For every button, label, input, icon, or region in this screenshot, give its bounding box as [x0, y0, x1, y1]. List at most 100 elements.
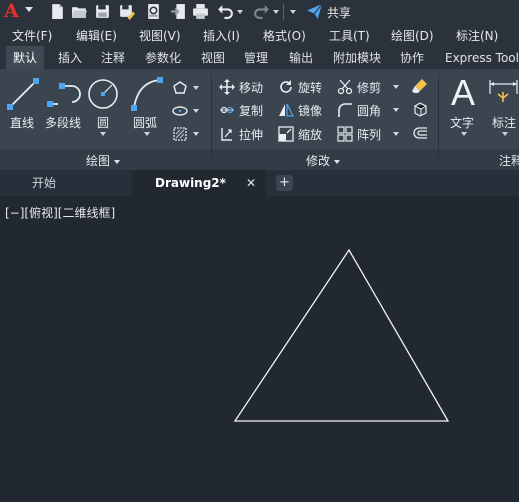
copy-icon	[220, 106, 234, 114]
line-icon	[7, 78, 39, 110]
trim-chevron-down-icon[interactable]	[393, 85, 399, 89]
drawing-canvas[interactable]	[0, 196, 519, 502]
hatch-icon[interactable]	[172, 126, 188, 142]
arc-label: 圆弧	[133, 116, 158, 130]
circle-button[interactable]: 圆	[86, 74, 120, 140]
mirror-icon	[279, 103, 294, 117]
move-button[interactable]: 移动	[239, 79, 263, 96]
array-button[interactable]: 阵列	[357, 126, 381, 143]
panel-divider	[211, 74, 212, 164]
draw-panel-chevron-down-icon	[114, 159, 121, 164]
tab-express-tools[interactable]: Express Tools	[445, 46, 519, 70]
mirror-button[interactable]: 镜像	[298, 102, 322, 119]
arc-chevron-down-icon[interactable]	[144, 132, 150, 136]
polygon-chevron-down-icon[interactable]	[193, 86, 199, 90]
redo-icon[interactable]	[253, 3, 270, 20]
arc-icon	[131, 77, 163, 111]
menu-dimension[interactable]: 标注(N)	[456, 27, 498, 44]
menu-view[interactable]: 视图(V)	[139, 27, 181, 44]
plot-preview-icon[interactable]	[145, 3, 162, 20]
tab-insert[interactable]: 插入	[58, 46, 82, 70]
save-icon[interactable]	[94, 3, 111, 20]
close-icon[interactable]: ✕	[246, 170, 256, 196]
tab-manage[interactable]: 管理	[244, 46, 268, 70]
tab-drawing2[interactable]: Drawing2* ✕	[132, 170, 266, 196]
explode-icon[interactable]	[412, 101, 428, 117]
scale-button[interactable]: 缩放	[298, 126, 322, 143]
redo-chevron-down-icon[interactable]	[273, 10, 279, 14]
panel-title-bar	[0, 149, 519, 170]
ribbon-tab-bar: 默认 插入 注释 参数化 视图 管理 输出 附加模块 协作 Express To…	[0, 46, 519, 70]
ellipse-icon[interactable]	[172, 103, 188, 119]
dimension-button[interactable]: 标注	[488, 74, 519, 140]
app-menu-chevron-down-icon[interactable]	[25, 7, 33, 12]
draw-panel-title[interactable]: 绘图	[86, 152, 121, 169]
tab-parametric[interactable]: 参数化	[145, 46, 181, 70]
offset-icon[interactable]	[412, 125, 428, 141]
scale-icon	[278, 126, 294, 142]
app-logo-icon[interactable]: A	[4, 1, 19, 22]
text-label: 文字	[450, 116, 475, 130]
customize-toolbar-chevron-down-icon[interactable]	[290, 10, 296, 14]
polyline-button[interactable]: 多段线	[44, 74, 84, 134]
new-tab-plus-icon[interactable]: +	[276, 175, 293, 191]
drawing-viewport[interactable]: [−][俯视][二维线框]	[0, 196, 519, 502]
modify-panel-title[interactable]: 修改	[306, 152, 341, 169]
tab-view[interactable]: 视图	[201, 46, 225, 70]
menu-draw[interactable]: 绘图(D)	[391, 27, 434, 44]
text-chevron-down-icon[interactable]	[461, 132, 467, 136]
dimension-icon	[489, 80, 518, 102]
save-as-icon[interactable]	[118, 3, 135, 20]
annotation-panel-title[interactable]: 注释	[499, 152, 519, 169]
text-button[interactable]: A 文字	[446, 74, 482, 140]
menu-tools[interactable]: 工具(T)	[329, 27, 370, 44]
copy-button[interactable]: 复制	[239, 102, 263, 119]
line-button[interactable]: 直线	[4, 74, 42, 134]
circle-chevron-down-icon[interactable]	[100, 132, 106, 136]
circle-icon	[88, 79, 118, 109]
tab-start[interactable]: 开始	[10, 170, 130, 196]
ellipse-chevron-down-icon[interactable]	[193, 109, 199, 113]
triangle-shape[interactable]	[233, 248, 450, 422]
menu-edit[interactable]: 编辑(E)	[76, 27, 117, 44]
arc-button[interactable]: 圆弧	[128, 74, 166, 140]
menu-file[interactable]: 文件(F)	[12, 27, 52, 44]
import-icon[interactable]	[170, 3, 187, 20]
share-send-icon[interactable]	[306, 3, 323, 20]
tab-output[interactable]: 输出	[289, 46, 313, 70]
fillet-button[interactable]: 圆角	[357, 102, 381, 119]
panel-divider	[438, 74, 439, 164]
circle-label: 圆	[97, 116, 110, 130]
new-file-icon[interactable]	[49, 3, 66, 20]
ribbon-panels: 直线 多段线 圆 圆弧 绘图 移动 旋转 修剪 复制 镜像 圆角 拉伸 缩放 阵…	[0, 70, 519, 170]
stretch-button[interactable]: 拉伸	[239, 126, 263, 143]
menu-bar: 文件(F) 编辑(E) 视图(V) 插入(I) 格式(O) 工具(T) 绘图(D…	[0, 24, 519, 46]
dimension-chevron-down-icon[interactable]	[502, 132, 508, 136]
tab-add-ins[interactable]: 附加模块	[333, 46, 381, 70]
tab-start-label: 开始	[32, 176, 57, 190]
tab-collaborate[interactable]: 协作	[400, 46, 424, 70]
fillet-chevron-down-icon[interactable]	[393, 108, 399, 112]
hatch-chevron-down-icon[interactable]	[193, 132, 199, 136]
share-button[interactable]: 共享	[327, 4, 351, 21]
rotate-icon	[280, 80, 292, 93]
tab-default[interactable]: 默认	[6, 46, 45, 70]
undo-chevron-down-icon[interactable]	[237, 10, 243, 14]
array-chevron-down-icon[interactable]	[393, 132, 399, 136]
menu-format[interactable]: 格式(O)	[263, 27, 306, 44]
tab-annotate[interactable]: 注释	[101, 46, 125, 70]
undo-icon[interactable]	[217, 3, 234, 20]
text-icon: A	[451, 72, 476, 113]
modify-panel-chevron-down-icon	[334, 159, 341, 164]
open-folder-icon[interactable]	[71, 3, 88, 20]
viewport-controls-label[interactable]: [−][俯视][二维线框]	[5, 204, 115, 221]
trim-icon	[337, 79, 353, 95]
polygon-icon[interactable]	[172, 80, 188, 96]
print-icon[interactable]	[192, 3, 209, 20]
rotate-button[interactable]: 旋转	[298, 79, 322, 96]
trim-button[interactable]: 修剪	[357, 79, 381, 96]
erase-icon[interactable]	[412, 78, 428, 94]
menu-insert[interactable]: 插入(I)	[203, 27, 240, 44]
array-icon	[337, 126, 353, 142]
tab-drawing2-label: Drawing2*	[155, 176, 226, 190]
